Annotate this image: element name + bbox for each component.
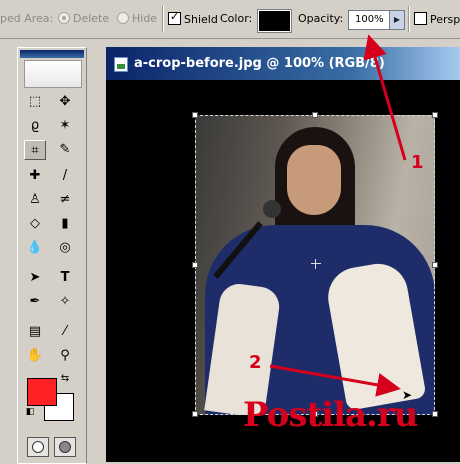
foreground-color-swatch[interactable] xyxy=(27,378,57,406)
annotation-number-1: 1 xyxy=(411,152,424,173)
arrow-to-opacity xyxy=(363,34,407,161)
arrow-to-crop-handle xyxy=(269,364,401,397)
annotation-number-2: 2 xyxy=(249,352,262,373)
annotation-arrows xyxy=(269,34,407,397)
watermark: Postila.ru xyxy=(243,395,419,435)
